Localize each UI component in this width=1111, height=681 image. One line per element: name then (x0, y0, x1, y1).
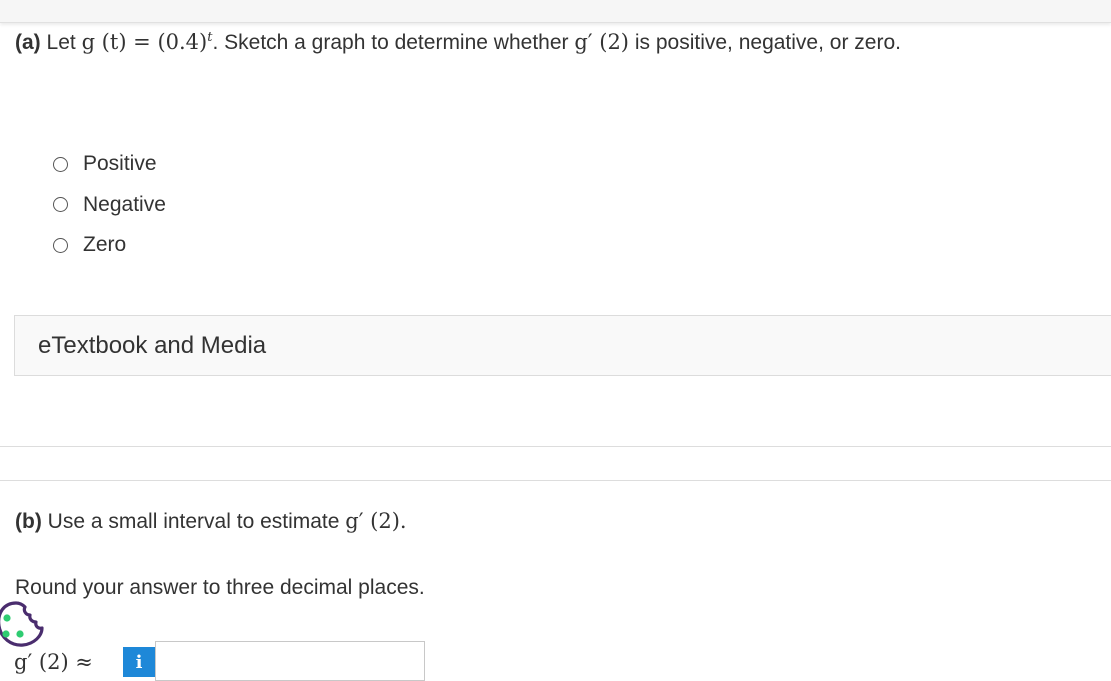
question-a: (a) Let g (t) = (0.4)t. Sketch a graph t… (15, 30, 901, 55)
function-definition: g (t) = (0.4)t (81, 30, 213, 54)
part-a-label: (a) (15, 31, 41, 54)
radio-button[interactable] (53, 197, 68, 213)
option-label: Zero (83, 233, 127, 257)
divider (0, 446, 1111, 447)
part-a-end-text: is positive, negative, or zero. (634, 31, 901, 54)
part-a-mid-text: . Sketch a graph to determine whether (212, 31, 569, 54)
option-zero[interactable]: Zero (52, 225, 166, 266)
derivative-expression: g′ (2). (345, 509, 407, 533)
top-band (0, 0, 1111, 23)
question-b: (b) Use a small interval to estimate g′ … (15, 509, 407, 534)
option-negative[interactable]: Negative (52, 185, 166, 226)
radio-button[interactable] (53, 237, 68, 253)
option-positive[interactable]: Positive (52, 144, 166, 185)
etextbook-label: eTextbook and Media (38, 331, 267, 359)
part-b-text: Use a small interval to estimate (47, 510, 340, 533)
option-label: Negative (83, 192, 166, 216)
part-b-label: (b) (15, 510, 42, 533)
cookie-icon[interactable] (0, 598, 48, 658)
answer-options: Positive Negative Zero (52, 144, 166, 266)
option-label: Positive (83, 152, 157, 176)
divider (0, 480, 1111, 481)
etextbook-media-panel[interactable]: eTextbook and Media (14, 315, 1111, 376)
radio-button[interactable] (53, 156, 68, 172)
derivative-expression: g′ (2) (574, 30, 629, 54)
part-a-let: Let (46, 31, 76, 54)
answer-input[interactable] (155, 641, 425, 681)
round-instruction: Round your answer to three decimal place… (15, 576, 425, 599)
